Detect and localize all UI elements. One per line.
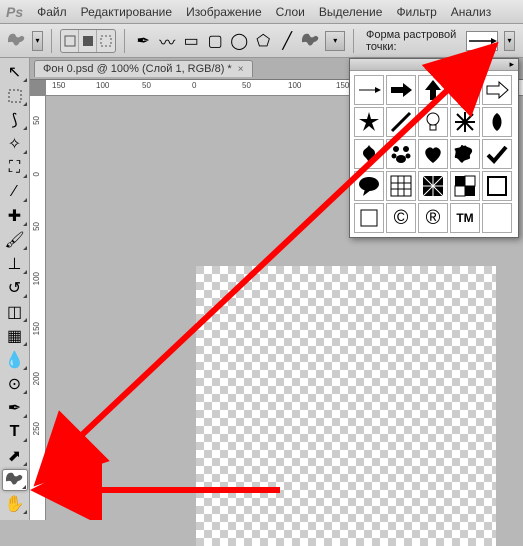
- panel-header: ▸: [350, 59, 518, 71]
- shape-starburst[interactable]: [354, 107, 384, 137]
- shape-bulb[interactable]: [418, 107, 448, 137]
- main-menu-bar: Ps Файл Редактирование Изображение Слои …: [0, 0, 523, 24]
- shape-leaf[interactable]: [482, 107, 512, 137]
- stamp-tool[interactable]: ⊥: [2, 253, 28, 275]
- shape-grid[interactable]: [386, 171, 416, 201]
- blur-tool[interactable]: 💧: [2, 349, 28, 371]
- shape-square[interactable]: [354, 203, 384, 233]
- close-tab-icon[interactable]: ×: [238, 64, 244, 75]
- rounded-rect-icon[interactable]: ▢: [205, 31, 225, 51]
- menu-analysis[interactable]: Анализ: [451, 5, 492, 19]
- shape-buttons: ✒ 〰 ▭ ▢ ◯ ⬠ ╱ ▾: [133, 31, 345, 51]
- menu-layers[interactable]: Слои: [276, 5, 305, 19]
- shape-speech[interactable]: [354, 171, 384, 201]
- history-brush-tool[interactable]: ↺: [2, 277, 28, 299]
- pen-icon[interactable]: ✒: [133, 31, 153, 51]
- shape-paw[interactable]: [386, 139, 416, 169]
- shape-fleur[interactable]: [354, 139, 384, 169]
- shape-slash[interactable]: [386, 107, 416, 137]
- crop-tool[interactable]: ⛶: [2, 157, 28, 179]
- tool-preset-dropdown[interactable]: ▾: [32, 31, 43, 51]
- separator: [51, 29, 52, 53]
- shape-picker-dropdown[interactable]: ▾: [504, 31, 515, 51]
- path-select-tool[interactable]: ⬈: [2, 445, 28, 467]
- shape-arrow-up[interactable]: [418, 75, 448, 105]
- freeform-pen-icon[interactable]: 〰: [157, 31, 177, 51]
- shape-check[interactable]: [482, 139, 512, 169]
- dodge-tool[interactable]: ⊙: [2, 373, 28, 395]
- shape-picker-panel: ▸ © ® TM: [349, 58, 519, 238]
- shape-label: Форма растровой точки:: [366, 29, 460, 53]
- wand-tool[interactable]: ✧: [2, 133, 28, 155]
- hand-tool[interactable]: ✋: [2, 493, 28, 515]
- shape-trademark[interactable]: TM: [450, 203, 480, 233]
- polygon-icon[interactable]: ⬠: [253, 31, 273, 51]
- eyedropper-tool[interactable]: ⁄: [2, 181, 28, 203]
- document-tab[interactable]: Фон 0.psd @ 100% (Слой 1, RGB/8) * ×: [34, 60, 253, 77]
- menu-edit[interactable]: Редактирование: [81, 5, 172, 19]
- app-logo: Ps: [6, 4, 23, 20]
- tab-title: Фон 0.psd @ 100% (Слой 1, RGB/8) *: [43, 63, 232, 75]
- line-icon[interactable]: ╱: [277, 31, 297, 51]
- custom-shape-tool[interactable]: [2, 469, 28, 491]
- brush-tool[interactable]: 🖌: [2, 229, 28, 251]
- vertical-ruler: 50 0 50 100 150 200 250: [30, 96, 46, 520]
- menu-file[interactable]: Файл: [37, 5, 67, 19]
- shape-diamond[interactable]: [418, 171, 448, 201]
- lasso-tool[interactable]: ⟆: [2, 109, 28, 131]
- move-tool[interactable]: ↖: [2, 61, 28, 83]
- menu-select[interactable]: Выделение: [319, 5, 383, 19]
- shape-arrow-bold[interactable]: [386, 75, 416, 105]
- rectangle-icon[interactable]: ▭: [181, 31, 201, 51]
- shape-arrow-solid[interactable]: [450, 75, 480, 105]
- pen-tool[interactable]: ✒: [2, 397, 28, 419]
- tool-preset-icon[interactable]: [8, 30, 26, 52]
- menu-image[interactable]: Изображение: [186, 5, 262, 19]
- ellipse-icon[interactable]: ◯: [229, 31, 249, 51]
- shape-options-dropdown[interactable]: ▾: [325, 31, 345, 51]
- shape-preview[interactable]: [466, 31, 498, 51]
- shape-grid: © ® TM: [350, 71, 518, 237]
- shape-burst[interactable]: [450, 107, 480, 137]
- gradient-tool[interactable]: ▦: [2, 325, 28, 347]
- mode-group: [60, 29, 117, 53]
- transparent-area: [196, 266, 496, 546]
- eraser-tool[interactable]: ◫: [2, 301, 28, 323]
- shape-checker[interactable]: [450, 171, 480, 201]
- shape-copyright[interactable]: ©: [386, 203, 416, 233]
- shape-splat[interactable]: [450, 139, 480, 169]
- shape-arrow-outline[interactable]: [482, 75, 512, 105]
- fill-pixels-mode[interactable]: [97, 30, 115, 52]
- toolbox: ↖ ⟆ ✧ ⛶ ⁄ ✚ 🖌 ⊥ ↺ ◫ ▦ 💧 ⊙ ✒ T ⬈ ✋: [0, 58, 30, 520]
- shape-outline-box[interactable]: [482, 171, 512, 201]
- menu-filter[interactable]: Фильтр: [396, 5, 436, 19]
- shape-heart[interactable]: [418, 139, 448, 169]
- shape-layers-mode[interactable]: [61, 30, 79, 52]
- marquee-tool[interactable]: [2, 85, 28, 107]
- custom-shape-icon[interactable]: [301, 31, 321, 51]
- type-tool[interactable]: T: [2, 421, 28, 443]
- shape-arrow-thin[interactable]: [354, 75, 384, 105]
- shape-registered[interactable]: ®: [418, 203, 448, 233]
- heal-tool[interactable]: ✚: [2, 205, 28, 227]
- panel-menu-icon[interactable]: ▸: [509, 59, 514, 70]
- paths-mode[interactable]: [79, 30, 97, 52]
- separator: [353, 29, 354, 53]
- shape-blank[interactable]: [482, 203, 512, 233]
- separator: [124, 29, 125, 53]
- options-bar: ▾ ✒ 〰 ▭ ▢ ◯ ⬠ ╱ ▾ Форма растровой точки:…: [0, 24, 523, 58]
